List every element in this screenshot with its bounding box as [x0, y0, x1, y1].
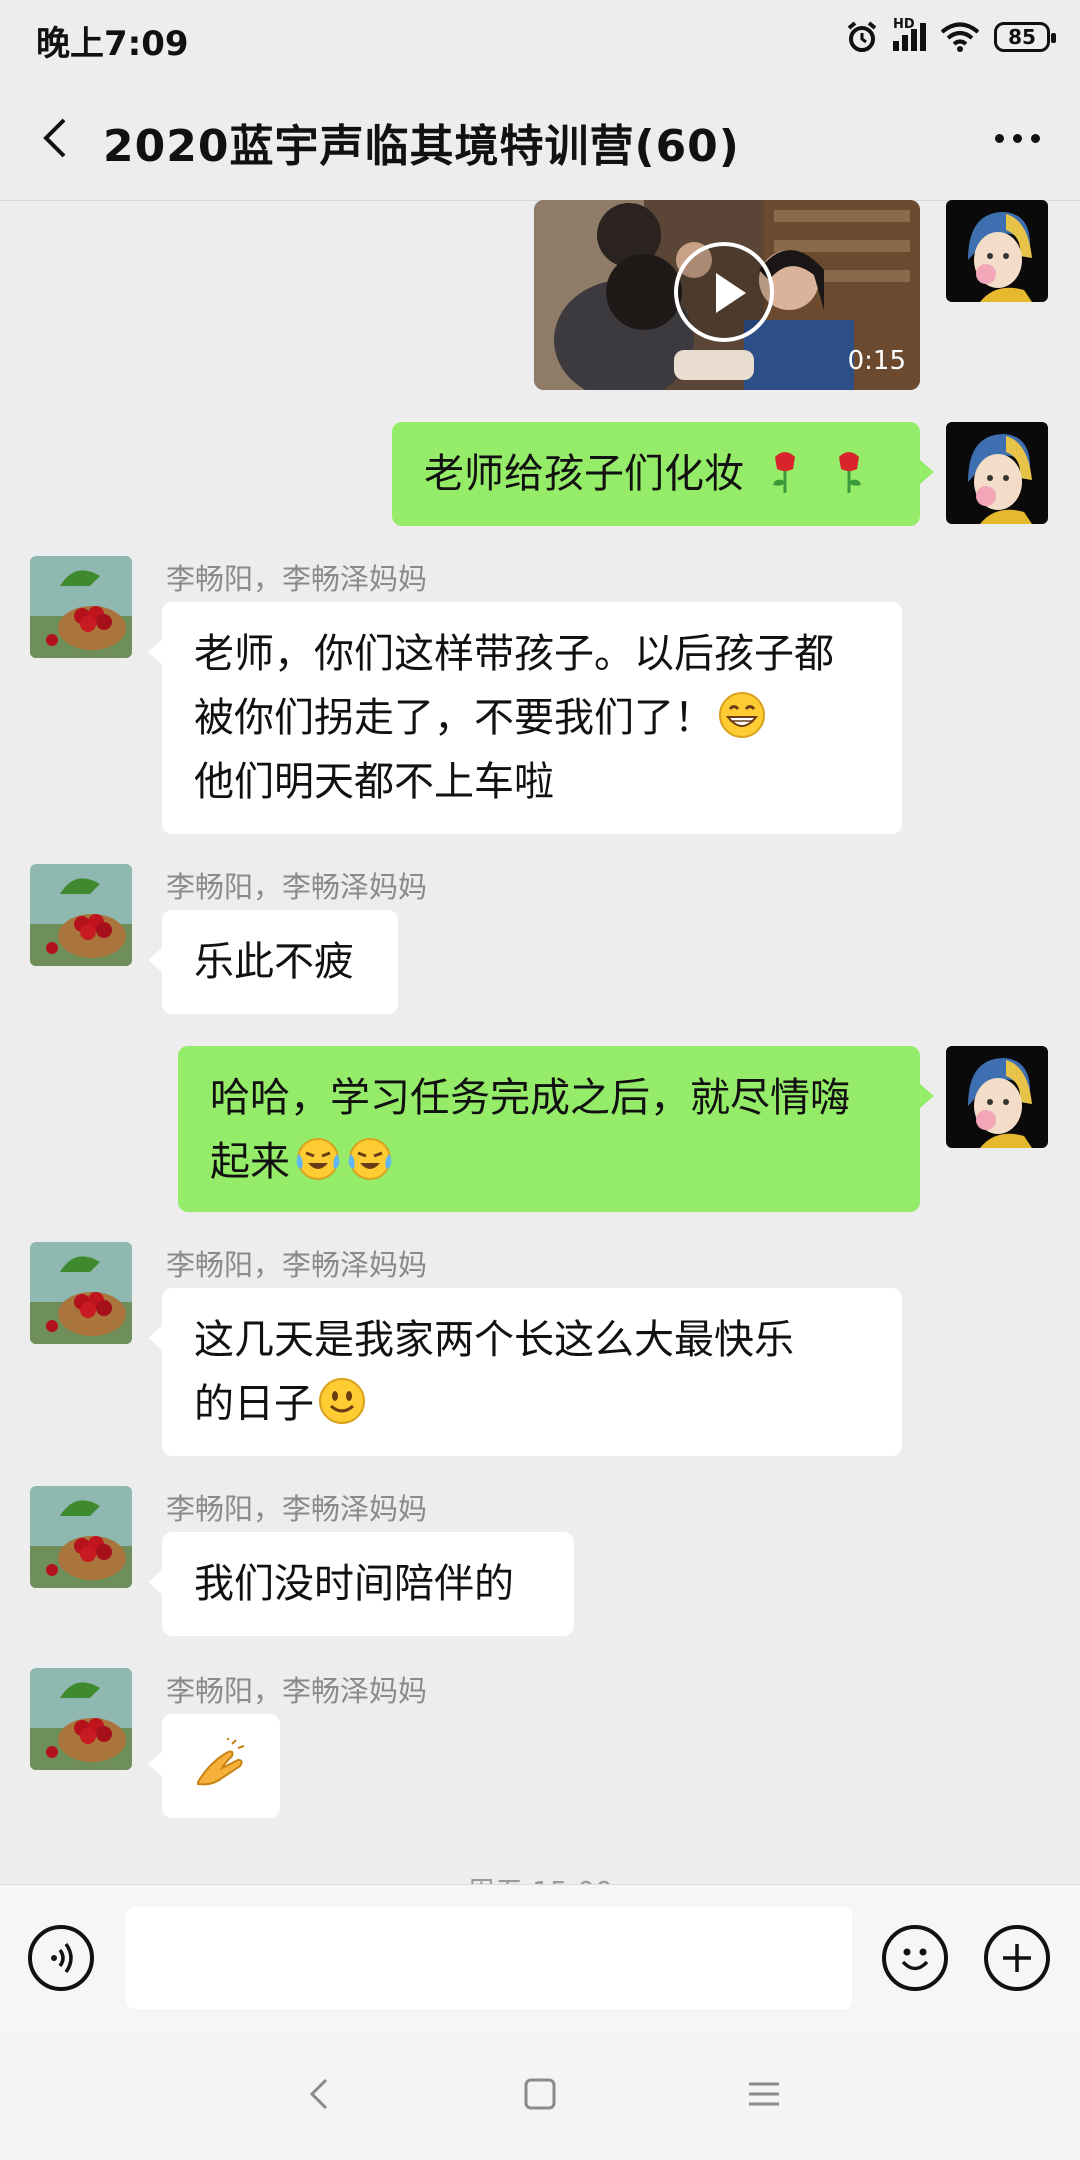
contact-avatar[interactable] [30, 1242, 132, 1344]
input-bar [0, 1884, 1080, 2031]
contact-avatar[interactable] [30, 1486, 132, 1588]
status-time: 晚上7:09 [36, 24, 189, 64]
crying-laughing-emoji-icon [348, 1138, 392, 1180]
chat-title: 2020蓝宇声临其境特训营(60) [103, 121, 740, 172]
sender-name: 李畅阳，李畅泽妈妈 [166, 1248, 428, 1282]
plus-icon [1003, 1944, 1031, 1972]
nav-home-icon[interactable] [522, 2076, 558, 2112]
rose-emoji-icon [839, 452, 862, 493]
more-functions-button[interactable] [984, 1925, 1050, 1991]
message-bubble-incoming[interactable]: 乐此不疲 [148, 910, 398, 1014]
contact-avatar[interactable] [30, 864, 132, 966]
chat-header: 2020蓝宇声临其境特训营(60) [0, 78, 1080, 201]
clapping-hands-emoji-icon [197, 1738, 245, 1786]
sender-name: 李畅阳，李畅泽妈妈 [166, 1492, 428, 1526]
play-icon[interactable] [674, 242, 774, 342]
message-line: 的日子 [194, 1372, 870, 1436]
crying-laughing-emoji-icon [296, 1138, 340, 1180]
message-line: 哈哈，学习任务完成之后，就尽情嗨 [210, 1075, 850, 1121]
my-avatar[interactable] [946, 1046, 1048, 1148]
sender-name: 李畅阳，李畅泽妈妈 [166, 1674, 428, 1708]
contact-avatar[interactable] [30, 556, 132, 658]
message-bubble-incoming[interactable]: 这几天是我家两个长这么大最快乐 的日子 [148, 1288, 902, 1456]
message-text: 老师给孩子们化妆 [424, 451, 744, 497]
contact-avatar[interactable] [30, 1668, 132, 1770]
time-separator: 周五 15:00 [0, 1870, 1080, 1884]
message-bubble-outgoing[interactable]: 哈哈，学习任务完成之后，就尽情嗨 起来 [178, 1046, 934, 1212]
message-line: 他们明天都不上车啦 [194, 759, 554, 805]
status-bar: 晚上7:09 HD 85 [0, 0, 1080, 78]
voice-icon [51, 1942, 73, 1974]
message-line: 被你们拐走了，不要我们了！ [194, 686, 870, 750]
signal-icon: HD [893, 17, 926, 51]
battery-icon: 85 [994, 22, 1056, 52]
voice-input-button[interactable] [28, 1925, 94, 1991]
my-avatar[interactable] [946, 422, 1048, 524]
rose-emoji-icon [772, 452, 795, 493]
message-line: 这几天是我家两个长这么大最快乐 [194, 1317, 794, 1363]
battery-level: 85 [1008, 25, 1036, 49]
sender-name: 李畅阳，李畅泽妈妈 [166, 870, 428, 904]
smiling-face-emoji-icon [319, 1378, 365, 1424]
nav-back-icon[interactable] [302, 2076, 338, 2112]
message-bubble-outgoing[interactable]: 老师给孩子们化妆 [392, 422, 934, 526]
message-bubble-incoming[interactable]: 老师，你们这样带孩子。以后孩子都 被你们拐走了，不要我们了！ 他们明天都不上车啦 [148, 602, 902, 834]
alarm-icon [847, 21, 877, 52]
nav-menu-icon[interactable] [746, 2076, 782, 2112]
message-input[interactable] [126, 1907, 852, 2009]
message-text: 我们没时间陪伴的 [194, 1561, 514, 1607]
message-line: 老师，你们这样带孩子。以后孩子都 [194, 631, 834, 677]
more-options-icon[interactable] [986, 128, 1040, 147]
status-icons: HD 85 [845, 17, 1056, 54]
emoji-button[interactable] [882, 1925, 948, 1991]
video-duration: 0:15 [847, 346, 906, 376]
message-bubble-incoming[interactable] [148, 1714, 280, 1818]
system-nav-bar [0, 2030, 1080, 2160]
message-list[interactable]: 0:15 老师给孩子们化妆 李畅阳，李畅泽妈妈 老师，你们这样带孩子。以后孩子都… [0, 200, 1080, 1884]
network-type: HD [893, 17, 915, 32]
message-line: 起来 [210, 1130, 888, 1194]
message-text: 乐此不疲 [194, 939, 354, 985]
sender-name: 李畅阳，李畅泽妈妈 [166, 562, 428, 596]
video-message[interactable]: 0:15 [534, 200, 920, 390]
back-arrow-icon[interactable] [36, 116, 80, 160]
wifi-icon [940, 22, 980, 52]
smiley-icon [901, 1948, 929, 1971]
my-avatar[interactable] [946, 200, 1048, 302]
grinning-face-emoji-icon [719, 692, 765, 738]
message-bubble-incoming[interactable]: 我们没时间陪伴的 [148, 1532, 574, 1636]
